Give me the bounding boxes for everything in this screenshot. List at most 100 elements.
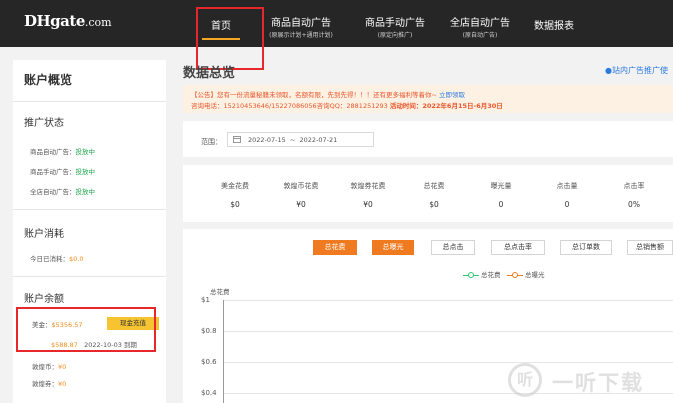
dhgate-logo[interactable]: DHgate.com — [24, 12, 112, 30]
nav-product-auto-ads[interactable]: 商品自动广告 (原展示计划+通用计划) — [253, 0, 349, 47]
cash-balance-row: 美金：$5356.57 — [32, 319, 83, 329]
expiring-balance-row: $588.87 2022-10-03 到期 — [51, 339, 137, 349]
coin-balance-value: ¥0 — [58, 363, 67, 371]
legend-marker-green — [463, 271, 479, 279]
metric-button-total-clicks[interactable]: 总点击 — [431, 240, 475, 255]
y-tick-label: $0.8 — [201, 327, 217, 335]
stat-label: 美金花费 — [221, 182, 249, 190]
consumption-heading: 账户消耗 — [24, 229, 64, 240]
y-tick-label: $0.6 — [201, 358, 217, 366]
legend-label: 总花费 — [481, 271, 501, 279]
expiring-balance-date: 2022-10-03 到期 — [84, 341, 137, 349]
date-range-text: 2022-07-15 ~ 2022-07-21 — [248, 136, 337, 144]
metric-button-total-cost[interactable]: 总花费 — [313, 240, 357, 255]
stat-value: ¥0 — [296, 200, 306, 209]
nav-store-auto-ads[interactable]: 全店自动广告 (原自动广告) — [442, 0, 518, 47]
cash-recharge-button[interactable]: 现金充值 — [107, 317, 159, 330]
y-tick-label: $1 — [201, 296, 210, 304]
metric-button-total-sales[interactable]: 总销售额 — [627, 240, 673, 255]
chart-y-axis-title: 总花费 — [210, 288, 230, 296]
nav-store-auto-ads-sub: (原自动广告) — [462, 32, 498, 39]
promo-status-row: 商品自动广告：投放中 — [30, 146, 95, 156]
stat-label: 点击量 — [556, 182, 578, 190]
promo-status-value: 投放中 — [75, 148, 96, 156]
announcement-banner: 【公告】您有一份流量秘籍未领取，名额有限，先到先得！！！还有更多福利等着你~ 立… — [183, 85, 673, 113]
date-end: 2022-07-21 — [299, 136, 338, 144]
promo-status-row: 全店自动广告：投放中 — [30, 186, 95, 196]
promo-status-value: 投放中 — [75, 188, 96, 196]
account-overview-sidebar: 账户概览 推广状态 商品自动广告：投放中 商品手动广告：投放中 全店自动广告：投… — [13, 60, 166, 403]
y-tick-label: $0.4 — [201, 389, 217, 397]
metric-button-click-rate[interactable]: 总点击率 — [491, 240, 545, 255]
today-consumption-label: 今日已消耗： — [30, 255, 69, 263]
nav-product-manual-ads-sub: (原定向推广) — [377, 32, 413, 39]
today-consumption-value: $0.0 — [69, 255, 84, 263]
sidebar-title: 账户概览 — [24, 73, 73, 87]
stat-value: 0 — [498, 200, 504, 209]
cash-balance-label: 美金： — [32, 321, 52, 329]
promo-status-value: 投放中 — [75, 168, 96, 176]
coin-balance-label: 敦煌币： — [32, 363, 58, 371]
announcement-line: 【公告】您有一份流量秘籍未领取，名额有限，先到先得！！！还有更多福利等着你~ 立… — [191, 89, 465, 99]
nav-store-auto-ads-label: 全店自动广告 — [450, 18, 510, 29]
stats-panel: 美金花费 $0 敦煌币花费 ¥0 敦煌券花费 ¥0 总花费 $0 曝光量 0 点… — [183, 165, 673, 222]
nav-product-manual-ads-label: 商品手动广告 — [365, 18, 425, 29]
coupon-balance-label: 敦煌券： — [32, 380, 58, 388]
date-range-picker[interactable]: 2022-07-15 ~ 2022-07-21 — [227, 132, 374, 147]
gridline — [223, 393, 673, 394]
nav-product-auto-ads-label: 商品自动广告 — [271, 18, 331, 29]
stat-label: 点击率 — [623, 182, 645, 190]
nav-home-label: 首页 — [211, 21, 231, 32]
sidebar-divider — [13, 276, 166, 277]
top-nav-bar: DHgate.com 首页 商品自动广告 (原展示计划+通用计划) 商品手动广告… — [0, 0, 673, 47]
date-separator: ~ — [289, 136, 296, 144]
promo-status-row: 商品手动广告：投放中 — [30, 166, 95, 176]
sidebar-divider — [13, 101, 166, 102]
gridline — [223, 331, 673, 332]
legend-item-total-cost[interactable]: 总花费 — [463, 269, 501, 279]
gridline — [223, 300, 673, 301]
metric-button-total-impressions[interactable]: 总曝光 — [372, 240, 414, 255]
announcement-text: 【公告】您有一份流量秘籍未领取，名额有限，先到先得！！！还有更多福利等着你~ — [191, 91, 437, 99]
nav-data-reports[interactable]: 数据报表 — [526, 0, 582, 47]
nav-home[interactable]: 首页 — [196, 0, 246, 47]
stat-value: 0 — [564, 200, 570, 209]
nav-product-auto-ads-sub: (原展示计划+通用计划) — [269, 32, 333, 39]
metric-button-total-orders[interactable]: 总订单数 — [560, 240, 612, 255]
legend-item-total-impressions[interactable]: 总曝光 — [507, 269, 545, 279]
today-consumption-row: 今日已消耗：$0.0 — [30, 253, 83, 263]
stat-label: 总花费 — [423, 182, 445, 190]
stat-value: $0 — [429, 200, 439, 209]
expiring-balance-value: $588.87 — [51, 341, 78, 349]
coin-balance-row: 敦煌币：¥0 — [32, 361, 66, 371]
page-title: 数据总览 — [183, 66, 236, 81]
logo-text: DHgate — [24, 12, 85, 30]
promo-status-label: 商品自动广告： — [30, 148, 76, 156]
claim-now-link[interactable]: 立即领取 — [439, 91, 465, 99]
stat-value: 0% — [628, 200, 640, 209]
promo-status-label: 商品手动广告： — [30, 168, 76, 176]
announcement-contact-line: 咨询电话：15210453646/15227086056咨询QQ：2881251… — [191, 100, 503, 110]
chart-y-axis-line — [223, 300, 224, 403]
stat-label: 敦煌券花费 — [350, 182, 386, 190]
date-start: 2022-07-15 — [248, 136, 286, 144]
sidebar-divider — [13, 209, 166, 210]
cash-balance-value: $5356.57 — [51, 321, 83, 329]
calendar-icon — [233, 136, 241, 143]
nav-data-reports-label: 数据报表 — [534, 21, 574, 32]
nav-product-manual-ads[interactable]: 商品手动广告 (原定向推广) — [357, 0, 433, 47]
logo-suffix: .com — [84, 16, 112, 29]
onsite-ads-link[interactable]: ●站内广告推广使 — [605, 65, 668, 76]
promo-status-heading: 推广状态 — [24, 118, 64, 129]
legend-label: 总曝光 — [525, 271, 545, 279]
legend-marker-orange — [507, 271, 523, 279]
nav-active-indicator — [202, 38, 240, 40]
activity-time: 活动时间：2022年6月15日-6月30日 — [389, 102, 503, 110]
balance-heading: 账户余额 — [24, 294, 64, 305]
stat-label: 曝光量 — [490, 182, 512, 190]
date-range-panel: 范围： 2022-07-15 ~ 2022-07-21 — [183, 121, 673, 157]
range-label: 范围： — [201, 138, 222, 146]
promo-status-label: 全店自动广告： — [30, 188, 76, 196]
coupon-balance-value: ¥0 — [58, 380, 67, 388]
gridline — [223, 362, 673, 363]
